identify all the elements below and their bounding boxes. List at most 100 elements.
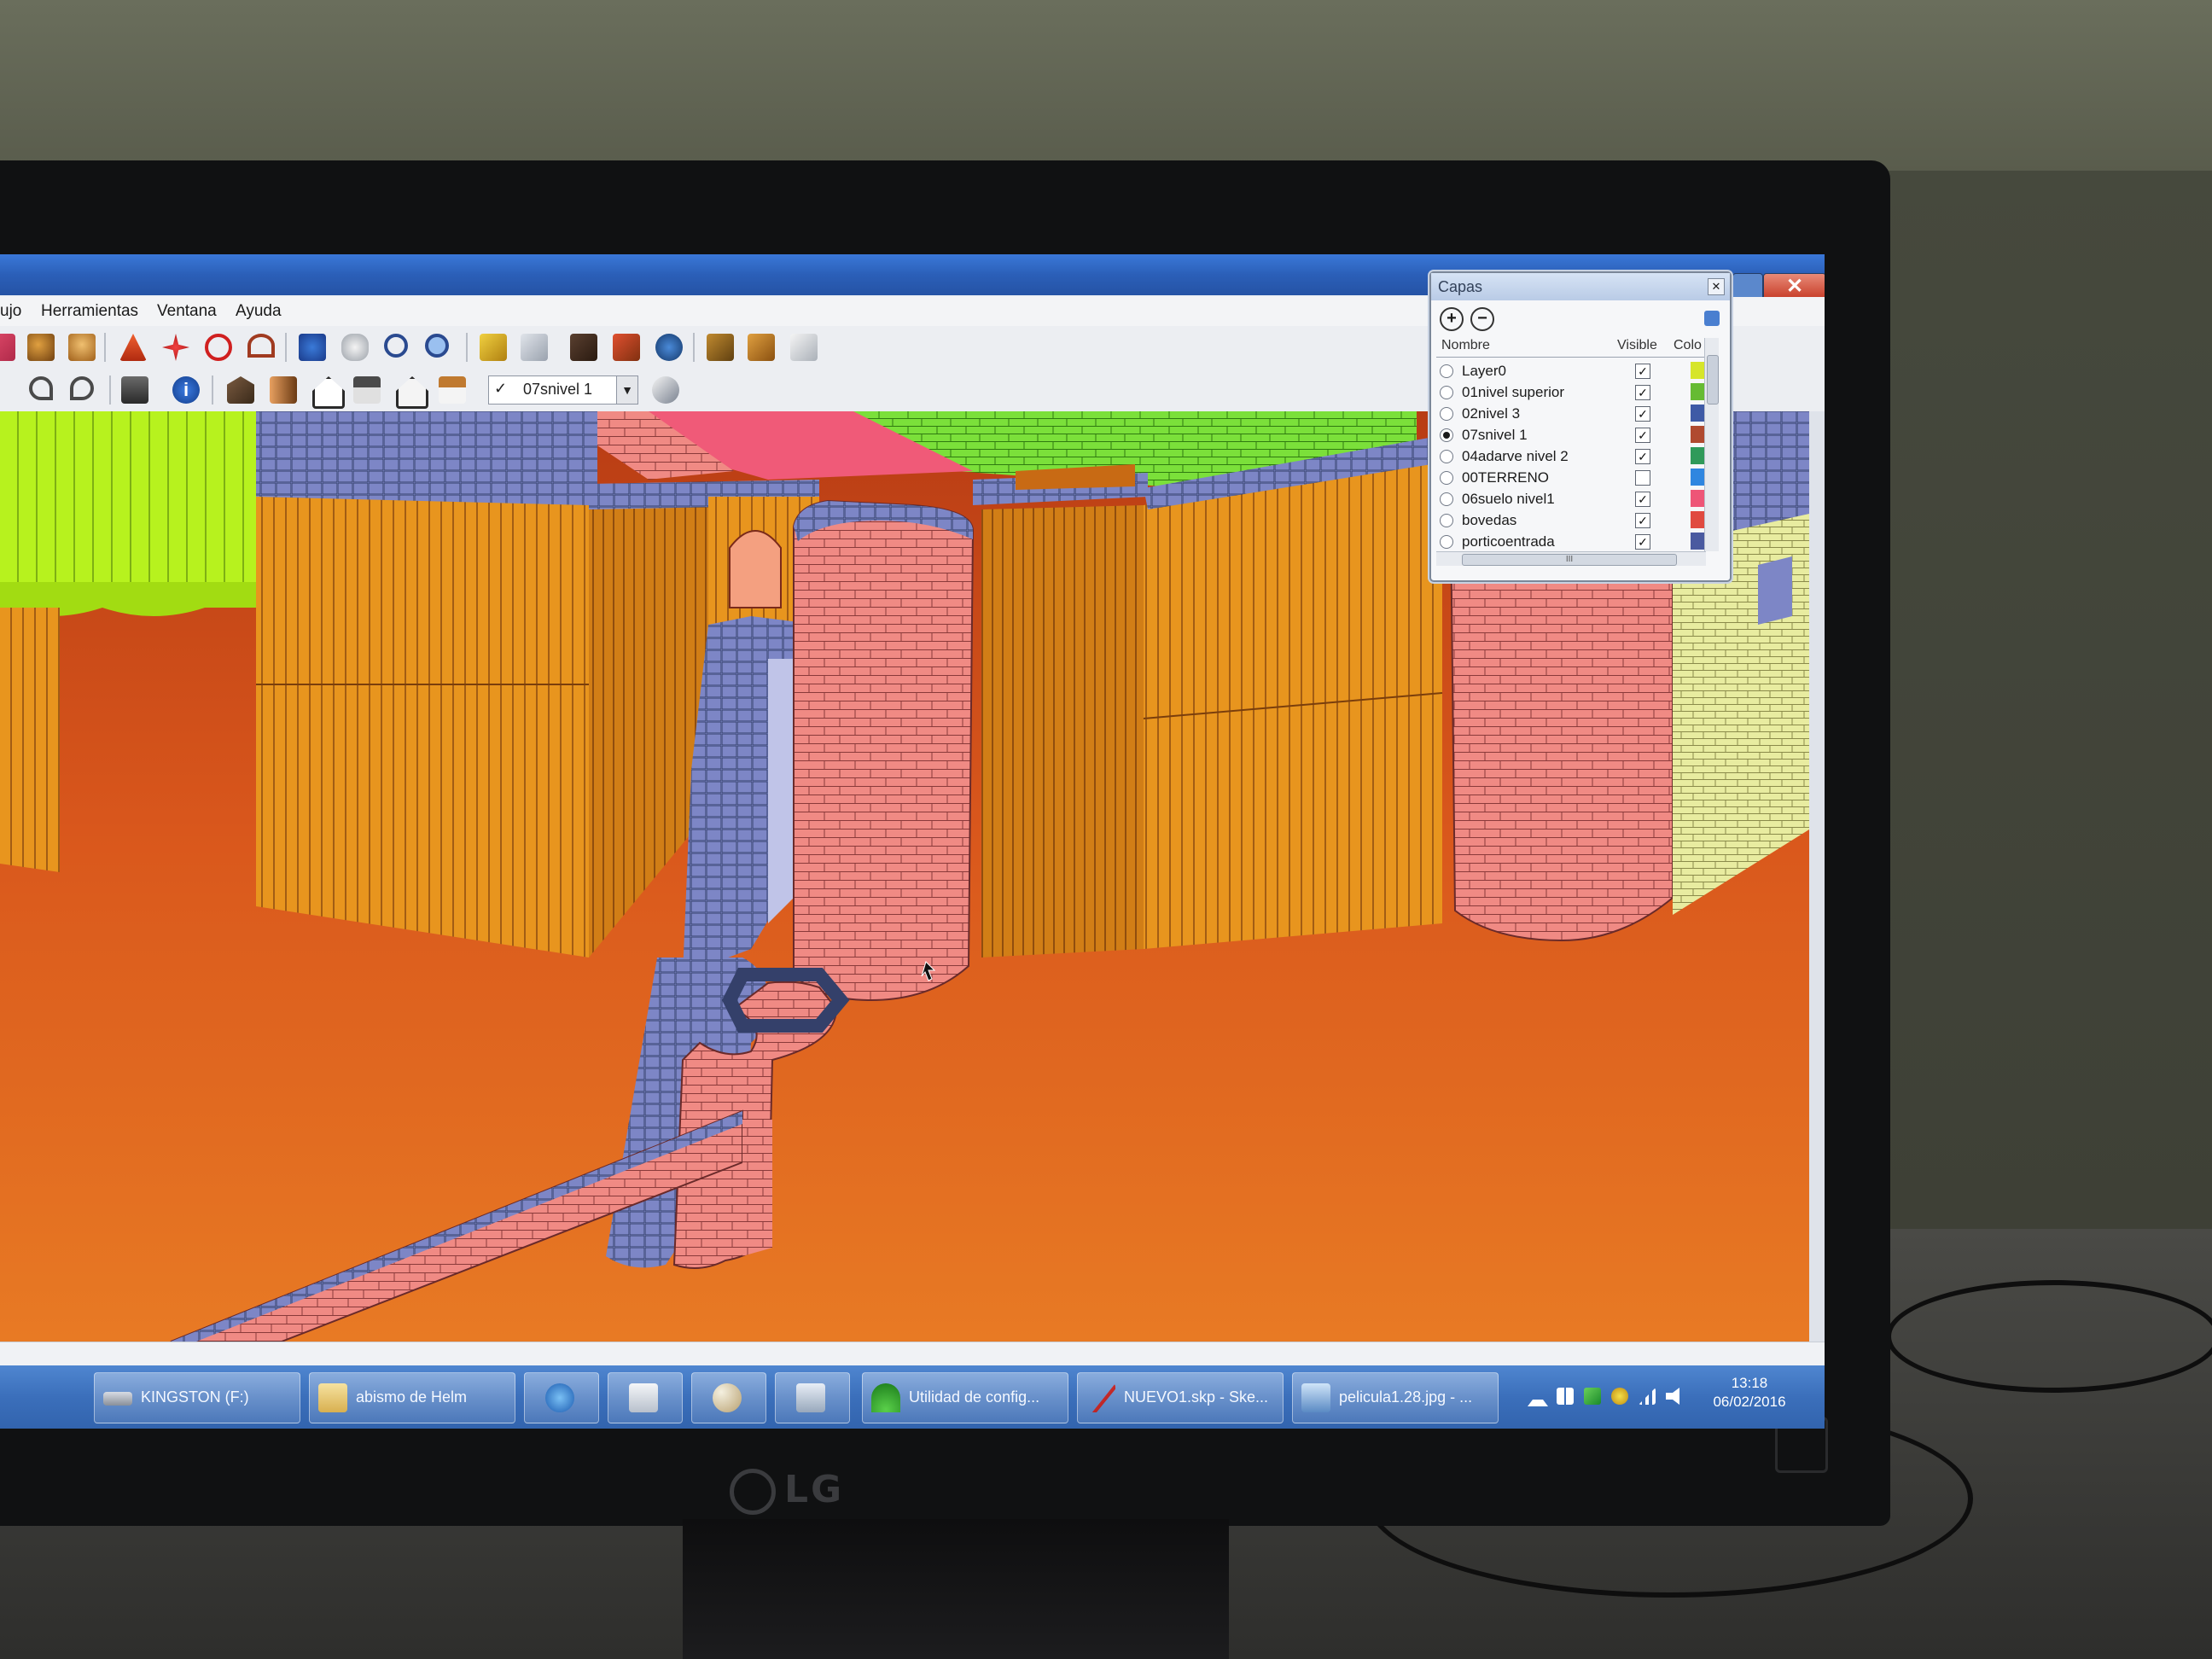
scrollbar-thumb[interactable] xyxy=(1707,355,1719,405)
eraser-icon[interactable] xyxy=(0,334,15,361)
layer-color-swatch[interactable] xyxy=(1691,533,1704,550)
style-icon[interactable] xyxy=(790,334,818,361)
taskbar-clock[interactable]: 13:18 06/02/2016 xyxy=(1698,1374,1801,1412)
layer-select[interactable]: ✓ 07snivel 1 ▼ xyxy=(488,375,638,405)
active-layer-radio[interactable] xyxy=(1440,386,1453,399)
active-layer-radio[interactable] xyxy=(1440,364,1453,378)
antivirus-icon[interactable] xyxy=(1611,1388,1628,1405)
layer-color-swatch[interactable] xyxy=(1691,383,1704,400)
signal-icon[interactable] xyxy=(1639,1388,1656,1405)
sandbox-icon[interactable] xyxy=(707,334,734,361)
push-pull-icon[interactable] xyxy=(68,334,96,361)
column-header-color[interactable]: Colo xyxy=(1674,338,1702,357)
layer-row[interactable]: 04adarve nivel 2 ✓ xyxy=(1436,445,1706,467)
component-icon[interactable] xyxy=(521,334,548,361)
menu-item-herramientas[interactable]: Herramientas xyxy=(41,302,138,321)
dynamic-component-icon[interactable] xyxy=(748,334,775,361)
scrollbar-thumb[interactable]: III xyxy=(1462,554,1677,566)
taskbar-item-kingston[interactable]: KINGSTON (F:) xyxy=(94,1372,300,1423)
remove-layer-icon[interactable]: − xyxy=(1470,307,1494,331)
pan-icon[interactable] xyxy=(341,334,369,361)
active-layer-radio[interactable] xyxy=(1440,535,1453,549)
close-icon[interactable]: ✕ xyxy=(1708,278,1725,295)
paint-bucket-icon[interactable] xyxy=(27,334,55,361)
layer-row[interactable]: Layer0 ✓ xyxy=(1436,360,1706,381)
back-view-icon[interactable] xyxy=(396,376,428,409)
visible-checkbox[interactable]: ✓ xyxy=(1635,385,1650,400)
right-view-icon[interactable] xyxy=(353,376,381,404)
show-hidden-icons-icon[interactable] xyxy=(1528,1391,1548,1406)
visible-checkbox[interactable]: ✓ xyxy=(1635,534,1650,550)
layer-color-swatch[interactable] xyxy=(1691,426,1704,443)
visible-checkbox[interactable]: ✓ xyxy=(1635,449,1650,464)
top-view-icon[interactable] xyxy=(270,376,297,404)
details-icon[interactable] xyxy=(1704,311,1720,326)
taskbar-item-paint[interactable] xyxy=(691,1372,766,1423)
windows-flag-icon[interactable] xyxy=(1557,1388,1574,1405)
front-view-icon[interactable] xyxy=(312,376,345,409)
network-icon[interactable] xyxy=(1584,1388,1601,1405)
visible-checkbox[interactable]: ✓ xyxy=(1635,492,1650,507)
active-layer-radio[interactable] xyxy=(1440,450,1453,463)
layers-panel-titlebar[interactable]: Capas xyxy=(1431,273,1730,300)
get-models-icon[interactable] xyxy=(570,334,597,361)
undo-icon[interactable] xyxy=(29,376,53,400)
3d-warehouse-icon[interactable] xyxy=(480,334,507,361)
layer-row[interactable]: 02nivel 3 ✓ xyxy=(1436,403,1706,424)
chevron-down-icon[interactable]: ▼ xyxy=(616,376,637,404)
zoom-icon[interactable] xyxy=(384,334,408,358)
iso-view-icon[interactable] xyxy=(227,376,254,404)
orbit-icon[interactable] xyxy=(299,334,326,361)
layer-color-swatch[interactable] xyxy=(1691,490,1704,507)
layer-color-swatch[interactable] xyxy=(1691,405,1704,422)
zoom-extents-icon[interactable] xyxy=(425,334,449,358)
model-info-icon[interactable]: i xyxy=(172,376,200,404)
layers-vertical-scrollbar[interactable] xyxy=(1704,338,1719,551)
layer-manager-icon[interactable] xyxy=(652,376,679,404)
active-layer-radio[interactable] xyxy=(1440,492,1453,506)
visible-checkbox[interactable]: ✓ xyxy=(1635,513,1650,528)
layer-row[interactable]: 00TERRENO xyxy=(1436,467,1706,488)
print-icon[interactable] xyxy=(121,376,148,404)
active-layer-radio[interactable] xyxy=(1440,471,1453,485)
menu-item-dibujo[interactable]: ujo xyxy=(0,302,21,321)
layer-color-swatch[interactable] xyxy=(1691,447,1704,464)
layer-color-swatch[interactable] xyxy=(1691,362,1704,379)
menu-item-ayuda[interactable]: Ayuda xyxy=(236,302,282,321)
rotate-icon[interactable] xyxy=(162,334,189,361)
taskbar-item-utilidad[interactable]: Utilidad de config... xyxy=(862,1372,1068,1423)
layer-row[interactable]: 01nivel superior ✓ xyxy=(1436,381,1706,403)
active-layer-radio[interactable] xyxy=(1440,407,1453,421)
layer-color-swatch[interactable] xyxy=(1691,469,1704,486)
taskbar-item-sketchup[interactable]: NUEVO1.skp - Ske... xyxy=(1077,1372,1284,1423)
layers-horizontal-scrollbar[interactable]: III xyxy=(1436,551,1706,566)
taskbar-item-abismo[interactable]: abismo de Helm xyxy=(309,1372,515,1423)
add-layer-icon[interactable]: + xyxy=(1440,307,1464,331)
follow-me-icon[interactable] xyxy=(205,334,232,361)
layer-row[interactable]: bovedas ✓ xyxy=(1436,509,1706,531)
layer-row[interactable]: 07snivel 1 ✓ xyxy=(1436,424,1706,445)
extension-icon[interactable] xyxy=(655,334,683,361)
taskbar-item-notepad[interactable] xyxy=(608,1372,683,1423)
menu-item-ventana[interactable]: Ventana xyxy=(157,302,217,321)
layer-color-swatch[interactable] xyxy=(1691,511,1704,528)
column-header-name[interactable]: Nombre xyxy=(1441,338,1490,357)
left-view-icon[interactable] xyxy=(439,376,466,404)
active-layer-radio[interactable] xyxy=(1440,514,1453,527)
taskbar-item-explorer[interactable] xyxy=(775,1372,850,1423)
visible-checkbox[interactable]: ✓ xyxy=(1635,364,1650,379)
visible-checkbox[interactable]: ✓ xyxy=(1635,406,1650,422)
active-layer-radio[interactable] xyxy=(1440,428,1453,442)
layer-row[interactable]: 06suelo nivel1 ✓ xyxy=(1436,488,1706,509)
volume-icon[interactable] xyxy=(1666,1388,1679,1405)
layer-row[interactable]: porticoentrada ✓ xyxy=(1436,531,1706,550)
visible-checkbox[interactable] xyxy=(1635,470,1650,486)
redo-icon[interactable] xyxy=(70,376,94,400)
move-icon[interactable] xyxy=(119,334,147,361)
offset-icon[interactable] xyxy=(247,334,275,358)
share-model-icon[interactable] xyxy=(613,334,640,361)
taskbar-item-pelicula[interactable]: pelicula1.28.jpg - ... xyxy=(1292,1372,1499,1423)
taskbar-item-ie[interactable] xyxy=(524,1372,599,1423)
visible-checkbox[interactable]: ✓ xyxy=(1635,428,1650,443)
column-header-visible[interactable]: Visible xyxy=(1617,338,1657,357)
